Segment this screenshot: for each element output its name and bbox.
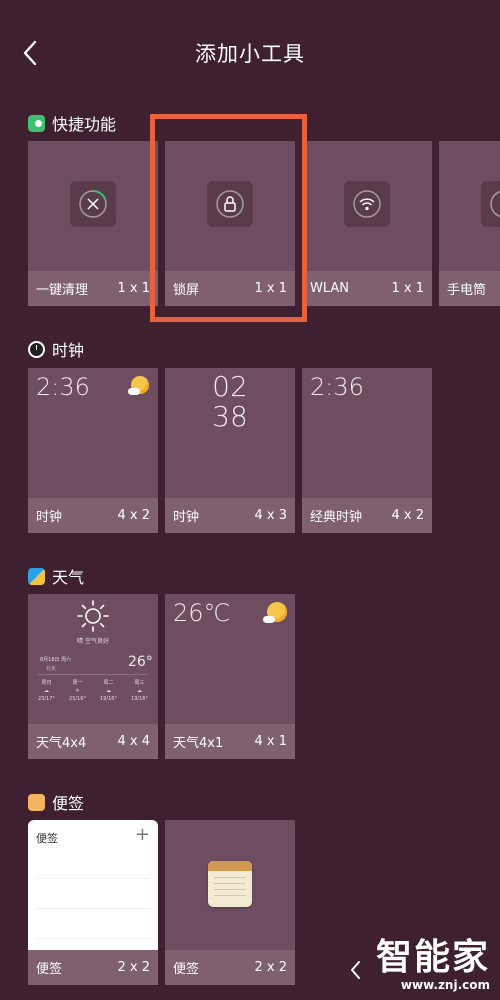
widget-card-classic-clock[interactable]: 2:36 经典时钟 4 x 2	[302, 368, 432, 533]
weather-app-icon	[28, 567, 45, 585]
clean-icon	[70, 181, 116, 227]
section-title: 天气	[52, 568, 85, 587]
watermark-url: www.znj.com	[400, 978, 490, 992]
divider	[36, 908, 150, 909]
card-size: 2 x 2	[117, 960, 151, 975]
card-label: 一键清理	[36, 283, 89, 298]
card-size: 4 x 2	[391, 508, 425, 523]
card-label: 天气4x4	[36, 736, 87, 751]
section-title: 便签	[52, 794, 85, 813]
nav-back-icon[interactable]	[346, 958, 366, 982]
card-footer: 经典时钟 4 x 2	[302, 498, 432, 533]
cloud-icon	[263, 616, 275, 623]
card-size: 2 x 2	[254, 960, 288, 975]
divider	[38, 674, 148, 675]
card-footer: 时钟 4 x 2	[28, 498, 158, 533]
card-footer: 天气4x1 4 x 1	[165, 724, 295, 759]
weather-temp: 26°	[128, 654, 153, 670]
card-footer: 便签 2 x 2	[28, 950, 158, 985]
widget-card-clock-4x3[interactable]: 02 38 时钟 4 x 3	[165, 368, 295, 533]
card-size: 1 x 1	[117, 281, 151, 296]
card-label: 天气4x1	[173, 736, 224, 751]
weather-condition: 晴 空气良好	[77, 638, 109, 645]
card-label: 时钟	[173, 510, 200, 525]
widget-card-notes-icon[interactable]: 便签 2 x 2	[165, 820, 295, 985]
card-label: 便签	[36, 962, 63, 977]
widget-card-notes-white[interactable]: 便签 + 便签 2 x 2	[28, 820, 158, 985]
card-footer: 手电筒	[439, 271, 500, 306]
widget-card-wlan[interactable]: WLAN 1 x 1	[302, 141, 432, 306]
card-size: 4 x 1	[254, 734, 288, 749]
watermark-brand: 智能家	[375, 937, 490, 978]
widget-card-flashlight[interactable]: 手电筒	[439, 141, 500, 306]
sun-outline-icon	[77, 600, 109, 632]
forecast-item: 周一 ☀ 25/16°	[69, 680, 86, 702]
widget-card-weather-4x4[interactable]: 晴 空气良好 8月18日 周六 北京 26° 周日 ☁ 23/17° 周一 ☀ …	[28, 594, 158, 759]
section-header-notes: 便签	[28, 790, 84, 814]
notepad-icon	[208, 861, 252, 907]
card-footer: WLAN 1 x 1	[302, 271, 432, 306]
note-title: 便签	[36, 832, 58, 845]
divider	[36, 878, 150, 879]
section-title: 时钟	[52, 341, 85, 360]
section-header-clock: 时钟	[28, 337, 84, 361]
widget-card-clean[interactable]: 一键清理 1 x 1	[28, 141, 158, 306]
divider	[36, 938, 150, 939]
widget-card-clock-4x2[interactable]: 2:36 时钟 4 x 2	[28, 368, 158, 533]
highlight-frame	[150, 114, 307, 322]
toggle-icon	[28, 114, 45, 132]
card-size: 4 x 2	[117, 508, 151, 523]
weather-temp: 26℃	[173, 599, 231, 627]
card-footer: 便签 2 x 2	[165, 950, 295, 985]
widget-card-weather-4x1[interactable]: 26℃ 天气4x1 4 x 1	[165, 594, 295, 759]
watermark: 智能家 www.znj.com	[375, 937, 490, 993]
wifi-icon	[344, 181, 390, 227]
clock-time: 2:36	[310, 373, 364, 401]
card-size: 4 x 4	[117, 734, 151, 749]
card-footer: 天气4x4 4 x 4	[28, 724, 158, 759]
page-title: 添加小工具	[195, 42, 305, 66]
card-size: 4 x 3	[254, 508, 288, 523]
clock-icon	[28, 340, 45, 358]
forecast-item: 周日 ☁ 23/17°	[38, 680, 55, 702]
card-label: 便签	[173, 962, 200, 977]
weather-location: 北京	[46, 666, 57, 672]
card-size: 1 x 1	[391, 281, 425, 296]
forecast-item: 周三 ☁ 19/16°	[131, 680, 148, 702]
weather-date: 8月18日 周六	[40, 657, 72, 663]
cloud-icon	[128, 388, 140, 395]
clock-hours: 02	[212, 370, 248, 403]
card-label: 手电筒	[447, 283, 487, 298]
notes-app-icon	[28, 793, 45, 811]
card-label: WLAN	[310, 281, 350, 296]
clock-minutes: 38	[212, 400, 248, 433]
card-footer: 一键清理 1 x 1	[28, 271, 158, 306]
section-header-weather: 天气	[28, 564, 84, 588]
section-title: 快捷功能	[52, 115, 117, 134]
plus-icon[interactable]: +	[135, 824, 150, 845]
forecast-row: 周日 ☁ 23/17° 周一 ☀ 25/16° 周二 ☁ 19/16° 周三 ☁…	[38, 679, 148, 702]
card-footer: 时钟 4 x 3	[165, 498, 295, 533]
forecast-item: 周二 ☁ 19/16°	[100, 680, 117, 702]
clock-time: 2:36	[36, 373, 90, 401]
section-header-shortcuts: 快捷功能	[28, 111, 116, 135]
card-label: 经典时钟	[310, 510, 363, 525]
card-label: 时钟	[36, 510, 63, 525]
flashlight-icon	[481, 181, 500, 227]
